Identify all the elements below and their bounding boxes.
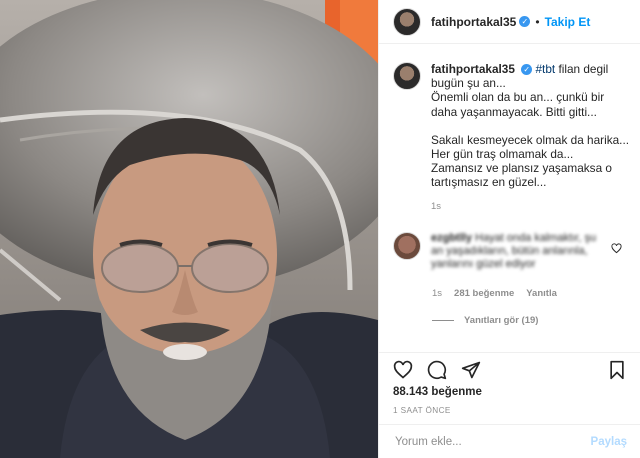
caption-line1: filan degil — [555, 62, 609, 76]
view-replies-label[interactable]: Yanıtları gör (19) — [464, 315, 538, 326]
post-comment-button[interactable]: Paylaş — [591, 436, 627, 448]
selfie-image — [0, 0, 378, 458]
comment-meta: 1s 281 beğenme Yanıtla — [432, 288, 557, 299]
verified-badge-icon: ✓ — [521, 64, 533, 76]
follow-button[interactable]: Takip Et — [545, 15, 591, 29]
caption-line3: Önemli olan da bu an... çunkü bir daha y… — [431, 90, 605, 119]
caption-text: fatihportakal35 ✓ #tbt filan degil bugün… — [431, 62, 631, 214]
separator-dot: • — [535, 14, 540, 29]
avatar[interactable] — [393, 7, 421, 36]
comment-time[interactable]: 1s — [432, 288, 442, 299]
likes-count[interactable]: 88.143 beğenme — [393, 386, 482, 398]
comment-text: ezgbtlly Hayat onda kalmaktır, şu an yaş… — [431, 232, 611, 271]
share-icon[interactable] — [459, 358, 483, 382]
replies-line — [432, 320, 454, 321]
caption-avatar[interactable] — [393, 62, 421, 90]
caption-line5: Her gün traş olmamak da... — [431, 147, 574, 162]
header-username[interactable]: fatihportakal35 — [431, 15, 516, 29]
comment-like-heart-icon[interactable] — [611, 243, 622, 254]
bookmark-icon[interactable] — [605, 358, 629, 382]
commenter-username[interactable]: ezgbtlly — [431, 232, 472, 244]
commenter-avatar[interactable] — [393, 232, 421, 260]
post-footer: 88.143 beğenme 1 SAAT ÖNCE Paylaş — [379, 352, 640, 458]
caption-time[interactable]: 1s — [431, 200, 631, 214]
caption-username[interactable]: fatihportakal35 — [431, 62, 515, 76]
caption-line2: bugün şu an... — [431, 76, 506, 91]
caption-line6: Zamansız ve plansız yaşamaksa o tartışma… — [431, 161, 612, 190]
reply-button[interactable]: Yanıtla — [526, 288, 557, 299]
add-comment-bar: Paylaş — [379, 424, 640, 458]
post-header: fatihportakal35 ✓ • Takip Et — [379, 0, 640, 44]
post-time-ago[interactable]: 1 SAAT ÖNCE — [393, 406, 451, 415]
caption: fatihportakal35 ✓ #tbt filan degil bugün… — [393, 62, 631, 214]
post-photo[interactable] — [0, 0, 378, 458]
hashtag-link[interactable]: #tbt — [535, 62, 555, 76]
comment-item: ezgbtlly Hayat onda kalmaktır, şu an yaş… — [393, 232, 635, 271]
caption-line4: Sakalı kesmeyecek olmak da harika... — [431, 132, 630, 147]
comment-input[interactable] — [393, 434, 591, 449]
verified-badge-icon: ✓ — [519, 16, 531, 27]
action-bar — [379, 352, 640, 386]
comment-icon[interactable] — [425, 358, 449, 382]
comment-likes[interactable]: 281 beğenme — [454, 288, 514, 299]
view-replies[interactable]: Yanıtları gör (19) — [432, 315, 538, 326]
heart-icon[interactable] — [391, 358, 415, 382]
